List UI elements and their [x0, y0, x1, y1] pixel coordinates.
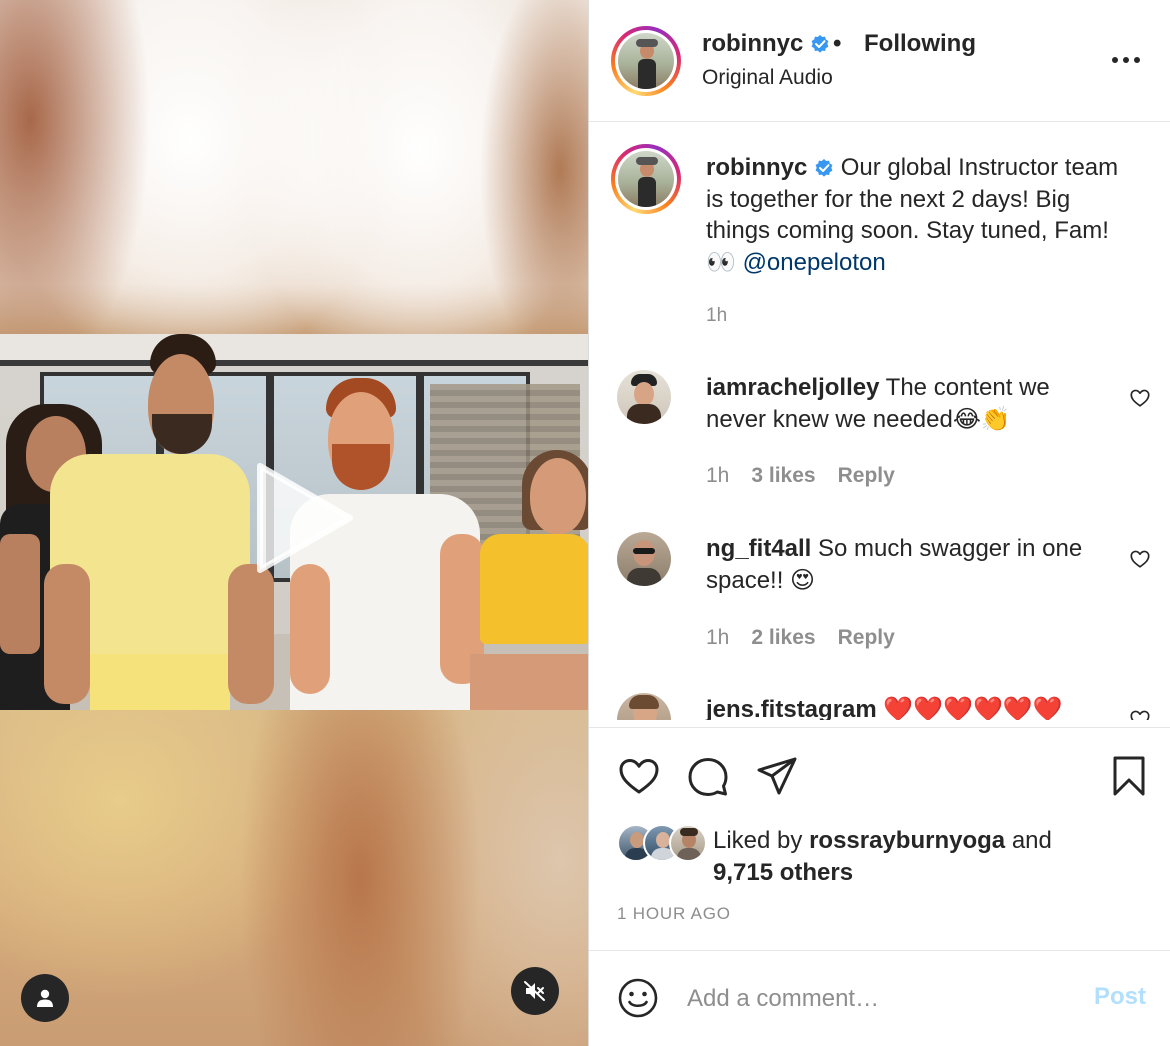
header-divider	[589, 121, 1170, 122]
bookmark-icon[interactable]	[1107, 754, 1151, 798]
comment-avatar[interactable]	[617, 532, 671, 586]
add-comment-input[interactable]	[687, 984, 1057, 1014]
heart-icon[interactable]	[1129, 387, 1151, 409]
comment-likes[interactable]: 2 likes	[751, 626, 815, 650]
comment-username[interactable]: iamracheljolley	[706, 374, 879, 401]
caption-username[interactable]: robinnyc	[706, 154, 807, 181]
comment-time: 1h	[706, 464, 730, 487]
comment-box-divider	[589, 950, 1170, 951]
post-timestamp[interactable]: 1 HOUR AGO	[617, 904, 731, 924]
verified-icon	[815, 159, 833, 177]
comment-item: ng_fit4all So much swagger in one space!…	[706, 533, 1106, 596]
comment-reply-button[interactable]: Reply	[838, 626, 895, 650]
author-username-text[interactable]: robinnyc	[702, 30, 803, 57]
comment-item: iamracheljolley The content we never kne…	[706, 372, 1106, 435]
likes-prefix: Liked by	[713, 827, 803, 854]
likes-others-link[interactable]: 9,715 others	[713, 859, 853, 886]
share-icon[interactable]	[755, 754, 799, 798]
mute-toggle-button[interactable]	[511, 967, 559, 1015]
more-icon[interactable]	[1111, 55, 1141, 65]
reel-media[interactable]	[0, 0, 588, 1046]
comment-meta: 1h 2 likes Reply	[706, 626, 895, 650]
comment-username[interactable]: jens.fitstagram	[706, 696, 877, 720]
comment-likes[interactable]: 3 likes	[751, 464, 815, 488]
blurred-background-bottom	[0, 710, 588, 1046]
comment-username[interactable]: ng_fit4all	[706, 535, 811, 562]
post-details-panel: robinnyc • Following Original Audio robi…	[588, 0, 1170, 1046]
comment-text: ❤️❤️❤️❤️❤️❤️	[883, 696, 1063, 720]
post-modal: robinnyc • Following Original Audio robi…	[0, 0, 1170, 1046]
liker-avatars[interactable]	[617, 824, 707, 862]
liker-avatar	[669, 824, 707, 862]
caption-time: 1h	[706, 305, 728, 326]
following-button[interactable]: Following	[864, 30, 976, 58]
audio-link[interactable]: Original Audio	[702, 66, 833, 90]
caption-author-avatar[interactable]	[611, 144, 681, 214]
likes-joiner: and	[1011, 827, 1052, 854]
caption-mention-link[interactable]: @onepeloton	[743, 249, 886, 276]
comment-avatar[interactable]	[617, 693, 671, 720]
blurred-background-top	[0, 0, 588, 334]
heart-icon[interactable]	[1129, 548, 1151, 570]
comment-icon[interactable]	[686, 754, 730, 798]
muted-speaker-icon	[524, 981, 545, 1001]
comments-list[interactable]: iamracheljolley The content we never kne…	[589, 340, 1170, 720]
likes-summary: Liked by rossrayburnyoga and 9,715 other…	[713, 825, 1133, 888]
tagged-users-button[interactable]	[21, 974, 69, 1022]
comment-time: 1h	[706, 626, 730, 649]
liker-username[interactable]: rossrayburnyoga	[809, 827, 1005, 854]
author-username[interactable]: robinnyc	[702, 30, 830, 58]
comment-item: jens.fitstagram ❤️❤️❤️❤️❤️❤️	[706, 694, 1106, 720]
post-comment-button[interactable]: Post	[1094, 983, 1146, 1011]
video-ceiling	[0, 334, 588, 366]
comment-reply-button[interactable]: Reply	[838, 464, 895, 488]
verified-icon	[811, 35, 829, 53]
user-icon	[37, 989, 53, 1007]
comment-avatar[interactable]	[617, 370, 671, 424]
author-avatar[interactable]	[611, 26, 681, 96]
actions-divider	[589, 727, 1170, 728]
heart-icon[interactable]	[1129, 708, 1151, 720]
like-icon[interactable]	[617, 754, 661, 798]
post-caption: robinnyc Our global Instructor team is t…	[706, 152, 1126, 278]
emoji-icon[interactable]	[617, 977, 659, 1019]
play-icon[interactable]	[246, 460, 356, 576]
header-separator: •	[833, 30, 842, 57]
comment-meta: 1h 3 likes Reply	[706, 464, 895, 488]
